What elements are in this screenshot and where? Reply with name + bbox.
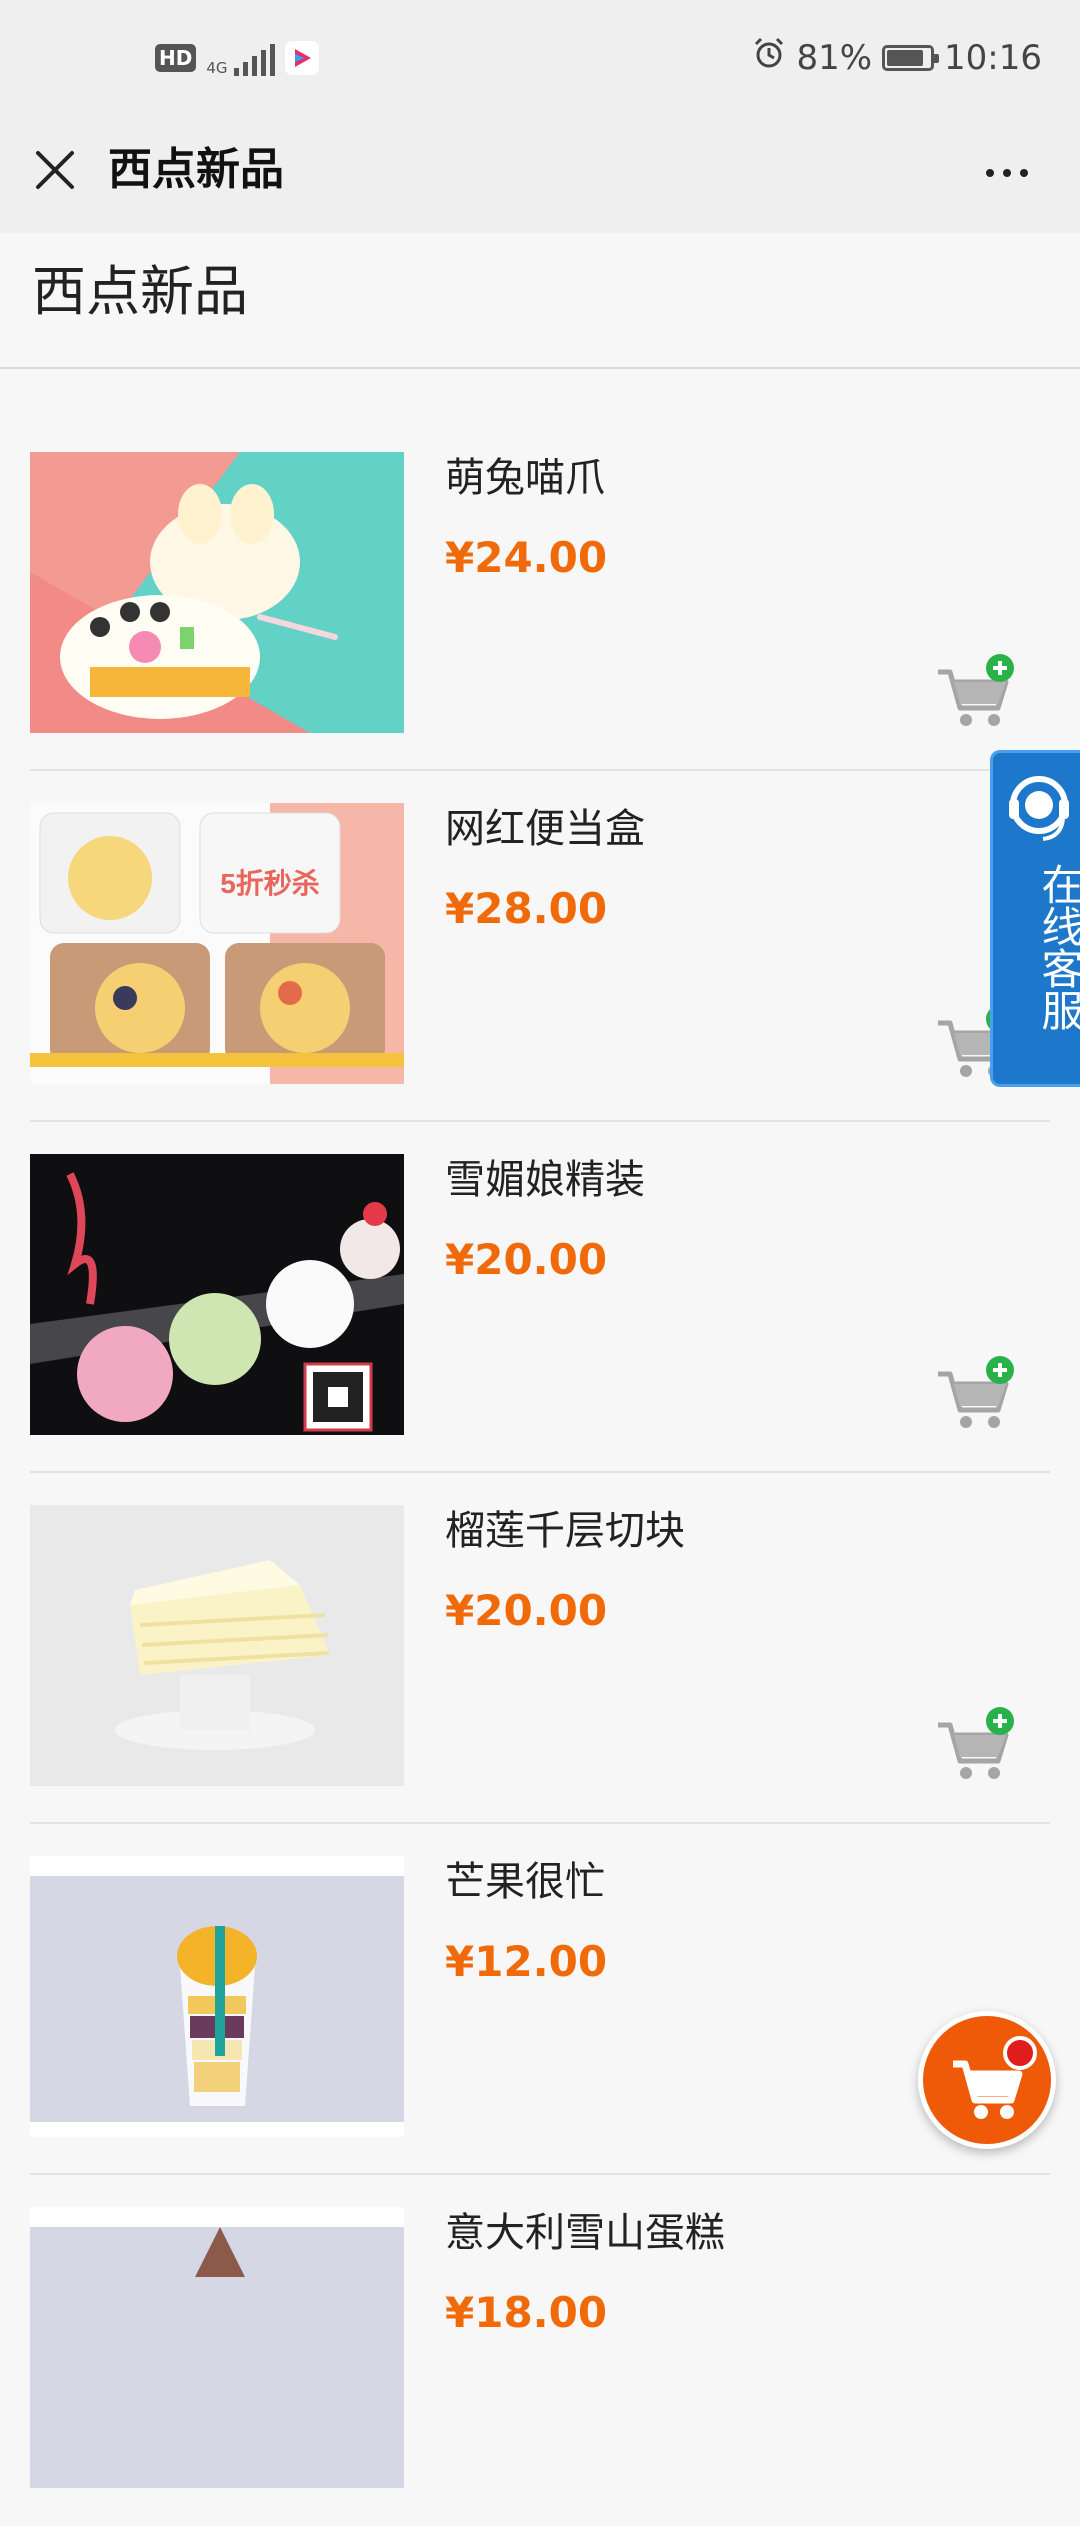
product-price: ¥20.00 (445, 1586, 608, 1635)
status-bar: HD 4G 81% 10:16 (0, 0, 1080, 118)
status-left: HD 4G (155, 40, 319, 76)
product-image[interactable] (30, 1505, 404, 1786)
category-header: 西点新品 (0, 233, 1080, 369)
nav-bar: 西点新品 (0, 118, 1080, 233)
product-item[interactable]: 意大利雪山蛋糕 ¥18.00 (0, 2175, 1080, 2526)
product-image[interactable]: 5折秒杀 (30, 803, 404, 1084)
cart-button[interactable] (918, 2011, 1056, 2149)
more-icon (986, 169, 994, 177)
product-item[interactable]: 芒果很忙 ¥12.00 (0, 1824, 1080, 2175)
more-button[interactable] (972, 148, 1042, 198)
cart-badge (1003, 2036, 1037, 2070)
clock: 10:16 (944, 37, 1042, 78)
page-title: 西点新品 (108, 144, 284, 195)
close-button[interactable] (25, 140, 85, 200)
product-name[interactable]: 雪媚娘精装 (445, 1152, 645, 1208)
add-to-cart-button[interactable] (932, 1705, 1022, 1785)
status-right: 81% 10:16 (752, 36, 1042, 79)
product-list: 萌兔喵爪 ¥24.00 5折秒杀 网红便当盒 ¥28.00 雪媚娘精装 ¥20.… (0, 420, 1080, 2526)
product-name[interactable]: 芒果很忙 (445, 1854, 605, 1910)
product-price: ¥12.00 (445, 1937, 608, 1986)
product-item[interactable]: 5折秒杀 网红便当盒 ¥28.00 (0, 771, 1080, 1122)
product-name[interactable]: 榴莲千层切块 (445, 1503, 685, 1559)
close-icon (36, 151, 74, 189)
product-image[interactable] (30, 1856, 404, 2137)
product-image[interactable] (30, 452, 404, 733)
product-item[interactable]: 榴莲千层切块 ¥20.00 (0, 1473, 1080, 1824)
add-cart-icon (938, 1356, 1014, 1428)
image-badge: 5折秒杀 (220, 867, 320, 899)
product-item[interactable]: 萌兔喵爪 ¥24.00 (0, 420, 1080, 771)
product-image[interactable] (30, 1154, 404, 1435)
product-price: ¥24.00 (445, 533, 608, 582)
category-title: 西点新品 (32, 260, 248, 323)
service-label: 在线客服 (1035, 863, 1080, 1031)
add-to-cart-button[interactable] (932, 652, 1022, 732)
add-to-cart-button[interactable] (932, 1354, 1022, 1434)
online-service-button[interactable]: 在线客服 (990, 750, 1080, 1087)
product-name[interactable]: 萌兔喵爪 (445, 450, 605, 506)
cart-icon (953, 2060, 1023, 2119)
hd-badge: HD (155, 44, 197, 72)
signal-icon: 4G (206, 40, 275, 76)
battery-percent: 81% (796, 37, 873, 78)
product-name[interactable]: 意大利雪山蛋糕 (445, 2205, 725, 2261)
product-price: ¥18.00 (445, 2288, 608, 2337)
product-name[interactable]: 网红便当盒 (445, 801, 645, 857)
product-price: ¥20.00 (445, 1235, 608, 1284)
add-cart-icon (938, 654, 1014, 726)
headset-icon (1009, 776, 1069, 841)
youku-app-icon (284, 41, 319, 75)
alarm-icon (752, 36, 786, 79)
product-item[interactable]: 雪媚娘精装 ¥20.00 (0, 1122, 1080, 1473)
battery-icon (882, 44, 940, 71)
add-cart-icon (938, 1707, 1014, 1779)
product-image[interactable] (30, 2207, 404, 2488)
product-price: ¥28.00 (445, 884, 608, 933)
